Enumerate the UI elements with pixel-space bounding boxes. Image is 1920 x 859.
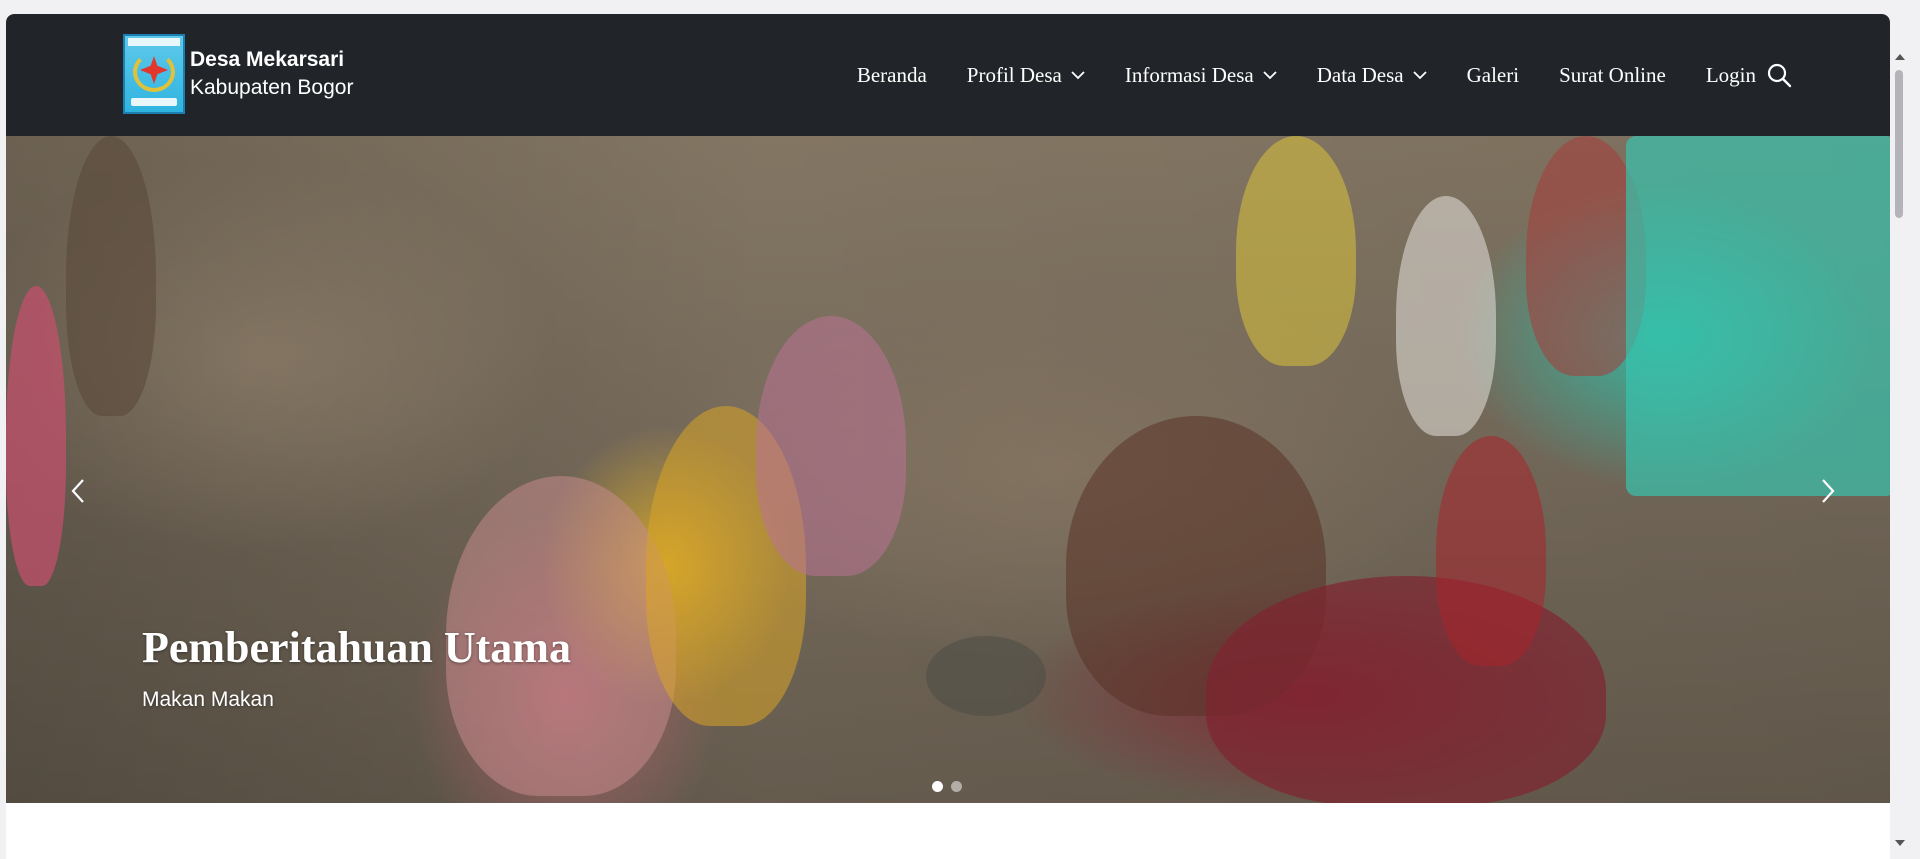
- carousel-indicator[interactable]: [932, 781, 943, 792]
- scrollbar-thumb[interactable]: [1895, 70, 1903, 218]
- chevron-down-icon: [1412, 71, 1427, 80]
- scroll-up-arrow-icon[interactable]: [1895, 54, 1905, 60]
- nav-item-label: Profil Desa: [966, 62, 1062, 87]
- chevron-down-icon: [1263, 71, 1277, 80]
- carousel-indicators: [932, 781, 970, 792]
- nav-item-label: Informasi Desa: [1124, 62, 1254, 87]
- carousel-prev-button[interactable]: [58, 466, 98, 516]
- hero-text: Makan Makan: [142, 688, 274, 711]
- carousel-next-button[interactable]: [1808, 466, 1848, 516]
- page-scrollbar[interactable]: [1890, 54, 1908, 859]
- nav-item-data-desa[interactable]: Data Desa: [1317, 63, 1427, 88]
- carousel-indicator[interactable]: [951, 781, 962, 792]
- chevron-down-icon: [1071, 71, 1085, 80]
- search-icon[interactable]: [1766, 62, 1792, 88]
- nav-item-informasi-desa[interactable]: Informasi Desa: [1125, 63, 1277, 88]
- hero-caption: Pemberitahuan Utama Makan Makan: [142, 622, 571, 712]
- brand-link[interactable]: Desa Mekarsari Kabupaten Bogor: [123, 34, 353, 114]
- nav-item-profil-desa[interactable]: Profil Desa: [967, 63, 1085, 88]
- nav-item-galeri[interactable]: Galeri: [1467, 63, 1519, 88]
- nav-item-beranda[interactable]: Beranda: [857, 63, 927, 88]
- browser-page: Desa Mekarsari Kabupaten Bogor Beranda P…: [6, 14, 1890, 859]
- chevron-right-icon: [1822, 479, 1835, 503]
- brand-subtitle: Kabupaten Bogor: [190, 76, 354, 99]
- nav-item-label: Data Desa: [1316, 62, 1404, 87]
- scroll-down-arrow-icon[interactable]: [1895, 840, 1905, 846]
- nav-item-label: Galeri: [1466, 62, 1520, 87]
- hero-title: Pemberitahuan Utama: [142, 623, 571, 672]
- chevron-left-icon: [71, 479, 84, 503]
- village-emblem-logo: [123, 34, 185, 114]
- nav-item-surat-online[interactable]: Surat Online: [1559, 63, 1666, 88]
- main-menu: Beranda Profil Desa Informasi Desa Data …: [857, 14, 1792, 136]
- brand-name: Desa Mekarsari: [190, 48, 345, 71]
- nav-item-label: Login: [1705, 62, 1756, 87]
- nav-item-label: Beranda: [856, 62, 927, 87]
- nav-item-label: Surat Online: [1559, 62, 1666, 87]
- nav-item-login[interactable]: Login: [1706, 63, 1756, 88]
- hero-carousel: Pemberitahuan Utama Makan Makan: [6, 136, 1890, 803]
- top-navbar: Desa Mekarsari Kabupaten Bogor Beranda P…: [6, 14, 1890, 136]
